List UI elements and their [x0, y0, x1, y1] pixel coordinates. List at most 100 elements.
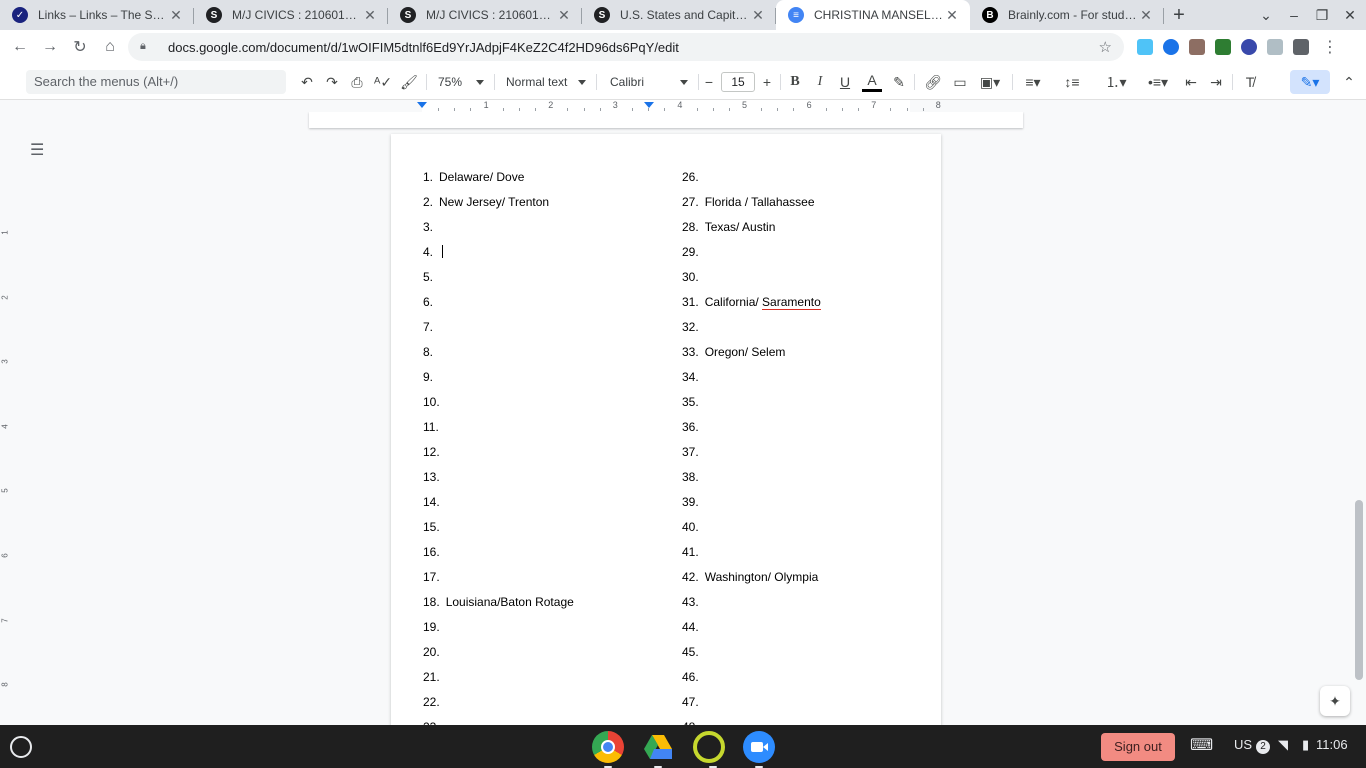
insert-link-icon[interactable]: 🔗︎ — [922, 70, 944, 94]
list-item[interactable]: 30. — [682, 270, 705, 284]
extension-icon[interactable] — [1241, 39, 1257, 55]
undo-icon[interactable]: ↶ — [298, 70, 316, 94]
hide-menus-chevron-icon[interactable]: ⌃ — [1340, 70, 1358, 94]
list-item[interactable]: 15. — [423, 520, 446, 534]
list-item[interactable]: 38. — [682, 470, 705, 484]
list-item[interactable]: 20. — [423, 645, 446, 659]
print-icon[interactable]: ⎙ — [348, 70, 366, 94]
browser-tab[interactable]: B Brainly.com - For students. E✕ — [970, 0, 1164, 30]
spellcheck-icon[interactable]: ᴬ✓ — [374, 70, 392, 94]
url-text[interactable]: docs.google.com/document/d/1wOIFIM5dtnlf… — [168, 40, 1099, 55]
tab-search-icon[interactable]: ⌄ — [1252, 0, 1280, 30]
browser-tab[interactable]: ≡ CHRISTINA MANSELL - US S✕ — [776, 0, 970, 30]
reload-button[interactable]: ↻ — [66, 33, 94, 61]
clear-formatting-icon[interactable]: T̸ — [1240, 70, 1260, 94]
list-item[interactable]: 3. — [423, 220, 439, 234]
bold-icon[interactable]: B — [786, 70, 804, 94]
new-tab-button[interactable]: + — [1164, 0, 1194, 30]
home-button[interactable]: ⌂ — [96, 33, 124, 61]
list-item[interactable]: 4. — [423, 245, 444, 259]
document-outline-icon[interactable]: ☰ — [30, 140, 48, 159]
list-item[interactable]: 9. — [423, 370, 439, 384]
input-method-label[interactable]: US — [1234, 737, 1252, 752]
decrease-indent-icon[interactable]: ⇤ — [1182, 70, 1200, 94]
extension-icon[interactable] — [1215, 39, 1231, 55]
sign-out-button[interactable]: Sign out — [1101, 733, 1175, 761]
horizontal-ruler[interactable]: 1 2 3 4 5 6 7 8 — [0, 100, 1366, 112]
font-select[interactable]: Calibri — [606, 70, 692, 94]
chrome-app-icon[interactable] — [592, 731, 624, 768]
list-item[interactable]: 1. Delaware/ Dove — [423, 170, 524, 184]
notification-count[interactable]: 2 — [1256, 737, 1270, 754]
forward-button[interactable]: → — [36, 33, 64, 61]
list-item[interactable]: 5. — [423, 270, 439, 284]
zoom-select[interactable]: 75% — [434, 70, 488, 94]
add-comment-icon[interactable]: ▭ — [950, 70, 970, 94]
tab-close-icon[interactable]: ✕ — [168, 7, 184, 23]
document-canvas[interactable]: 1 2 3 4 5 6 7 8 ☰ 1. Delaware/ Dove 2. New Jersey/… — [0, 112, 1366, 725]
list-item[interactable]: 2. New Jersey/ Trenton — [423, 195, 549, 209]
keyboard-icon[interactable]: ⌨ — [1190, 735, 1213, 755]
increase-indent-icon[interactable]: ⇥ — [1207, 70, 1225, 94]
editing-mode-icon[interactable]: ✎▾ — [1290, 70, 1330, 94]
paint-format-icon[interactable]: 🖌︎ — [400, 70, 418, 94]
left-indent-marker[interactable] — [417, 102, 427, 108]
list-item[interactable]: 18. Louisiana/Baton Rotage — [423, 595, 574, 609]
scrollbar-thumb[interactable] — [1355, 500, 1363, 680]
list-item[interactable]: 7. — [423, 320, 439, 334]
drive-app-icon[interactable] — [642, 731, 674, 768]
tab-close-icon[interactable]: ✕ — [750, 7, 766, 23]
list-item[interactable]: 6. — [423, 295, 439, 309]
browser-tab[interactable]: S M/J CIVICS : 21060107/402✕ — [194, 0, 388, 30]
document-page[interactable]: 1. Delaware/ Dove 2. New Jersey/ Trenton 3. 4… — [391, 134, 941, 725]
decrease-font-size-button[interactable]: − — [700, 70, 718, 94]
explore-assist-icon[interactable]: ✦ — [1320, 686, 1350, 716]
close-window-button[interactable]: ✕ — [1336, 0, 1364, 30]
browser-tab[interactable]: S U.S. States and Capitals | Sc✕ — [582, 0, 776, 30]
menu-kebab-icon[interactable]: ⋮ — [1322, 37, 1338, 57]
timer-app-icon[interactable] — [693, 731, 725, 768]
list-item[interactable]: 8. — [423, 345, 439, 359]
list-item[interactable]: 32. — [682, 320, 705, 334]
lock-icon[interactable]: 🔒︎ — [140, 40, 154, 54]
list-item[interactable]: 45. — [682, 645, 705, 659]
list-item[interactable]: 34. — [682, 370, 705, 384]
list-item[interactable]: 33. Oregon/ Selem — [682, 345, 785, 359]
list-item[interactable]: 28. Texas/ Austin — [682, 220, 775, 234]
bookmark-star-icon[interactable]: ☆ — [1099, 38, 1112, 56]
bulleted-list-icon[interactable]: •≡▾ — [1140, 70, 1176, 94]
extension-icon[interactable] — [1267, 39, 1283, 55]
zoom-app-icon[interactable] — [743, 731, 775, 768]
list-item[interactable]: 17. — [423, 570, 446, 584]
list-item[interactable]: 22. — [423, 695, 446, 709]
list-item[interactable]: 40. — [682, 520, 705, 534]
list-item[interactable]: 36. — [682, 420, 705, 434]
insert-image-icon[interactable]: ▣▾ — [976, 70, 1004, 94]
redo-icon[interactable]: ↷ — [323, 70, 341, 94]
list-item[interactable]: 35. — [682, 395, 705, 409]
wifi-icon[interactable]: ◥ — [1278, 737, 1288, 753]
list-item[interactable]: 47. — [682, 695, 705, 709]
tab-close-icon[interactable]: ✕ — [362, 7, 378, 23]
browser-tab[interactable]: ✓ Links – Links – The School D✕ — [0, 0, 194, 30]
list-item[interactable]: 16. — [423, 545, 446, 559]
text-color-icon[interactable]: A — [862, 70, 882, 92]
list-item[interactable]: 43. — [682, 595, 705, 609]
list-item[interactable]: 27. Florida / Tallahassee — [682, 195, 815, 209]
tab-close-icon[interactable]: ✕ — [944, 7, 960, 23]
tab-close-icon[interactable]: ✕ — [1138, 7, 1154, 23]
list-item[interactable]: 26. — [682, 170, 705, 184]
address-bar[interactable]: 🔒︎ docs.google.com/document/d/1wOIFIM5dt… — [128, 33, 1124, 61]
list-item[interactable]: 39. — [682, 495, 705, 509]
minimize-button[interactable]: – — [1280, 0, 1308, 30]
list-item[interactable]: 42. Washington/ Olympia — [682, 570, 818, 584]
underline-icon[interactable]: U — [836, 70, 854, 94]
tab-close-icon[interactable]: ✕ — [556, 7, 572, 23]
italic-icon[interactable]: I — [811, 70, 829, 94]
list-item[interactable]: 21. — [423, 670, 446, 684]
list-item[interactable]: 31. California/ Saramento — [682, 295, 821, 310]
search-menus-input[interactable]: Search the menus (Alt+/) — [26, 70, 286, 94]
numbered-list-icon[interactable]: ⒈▾ — [1098, 70, 1134, 94]
list-item[interactable]: 14. — [423, 495, 446, 509]
highlight-color-icon[interactable]: ✎ — [890, 70, 908, 94]
